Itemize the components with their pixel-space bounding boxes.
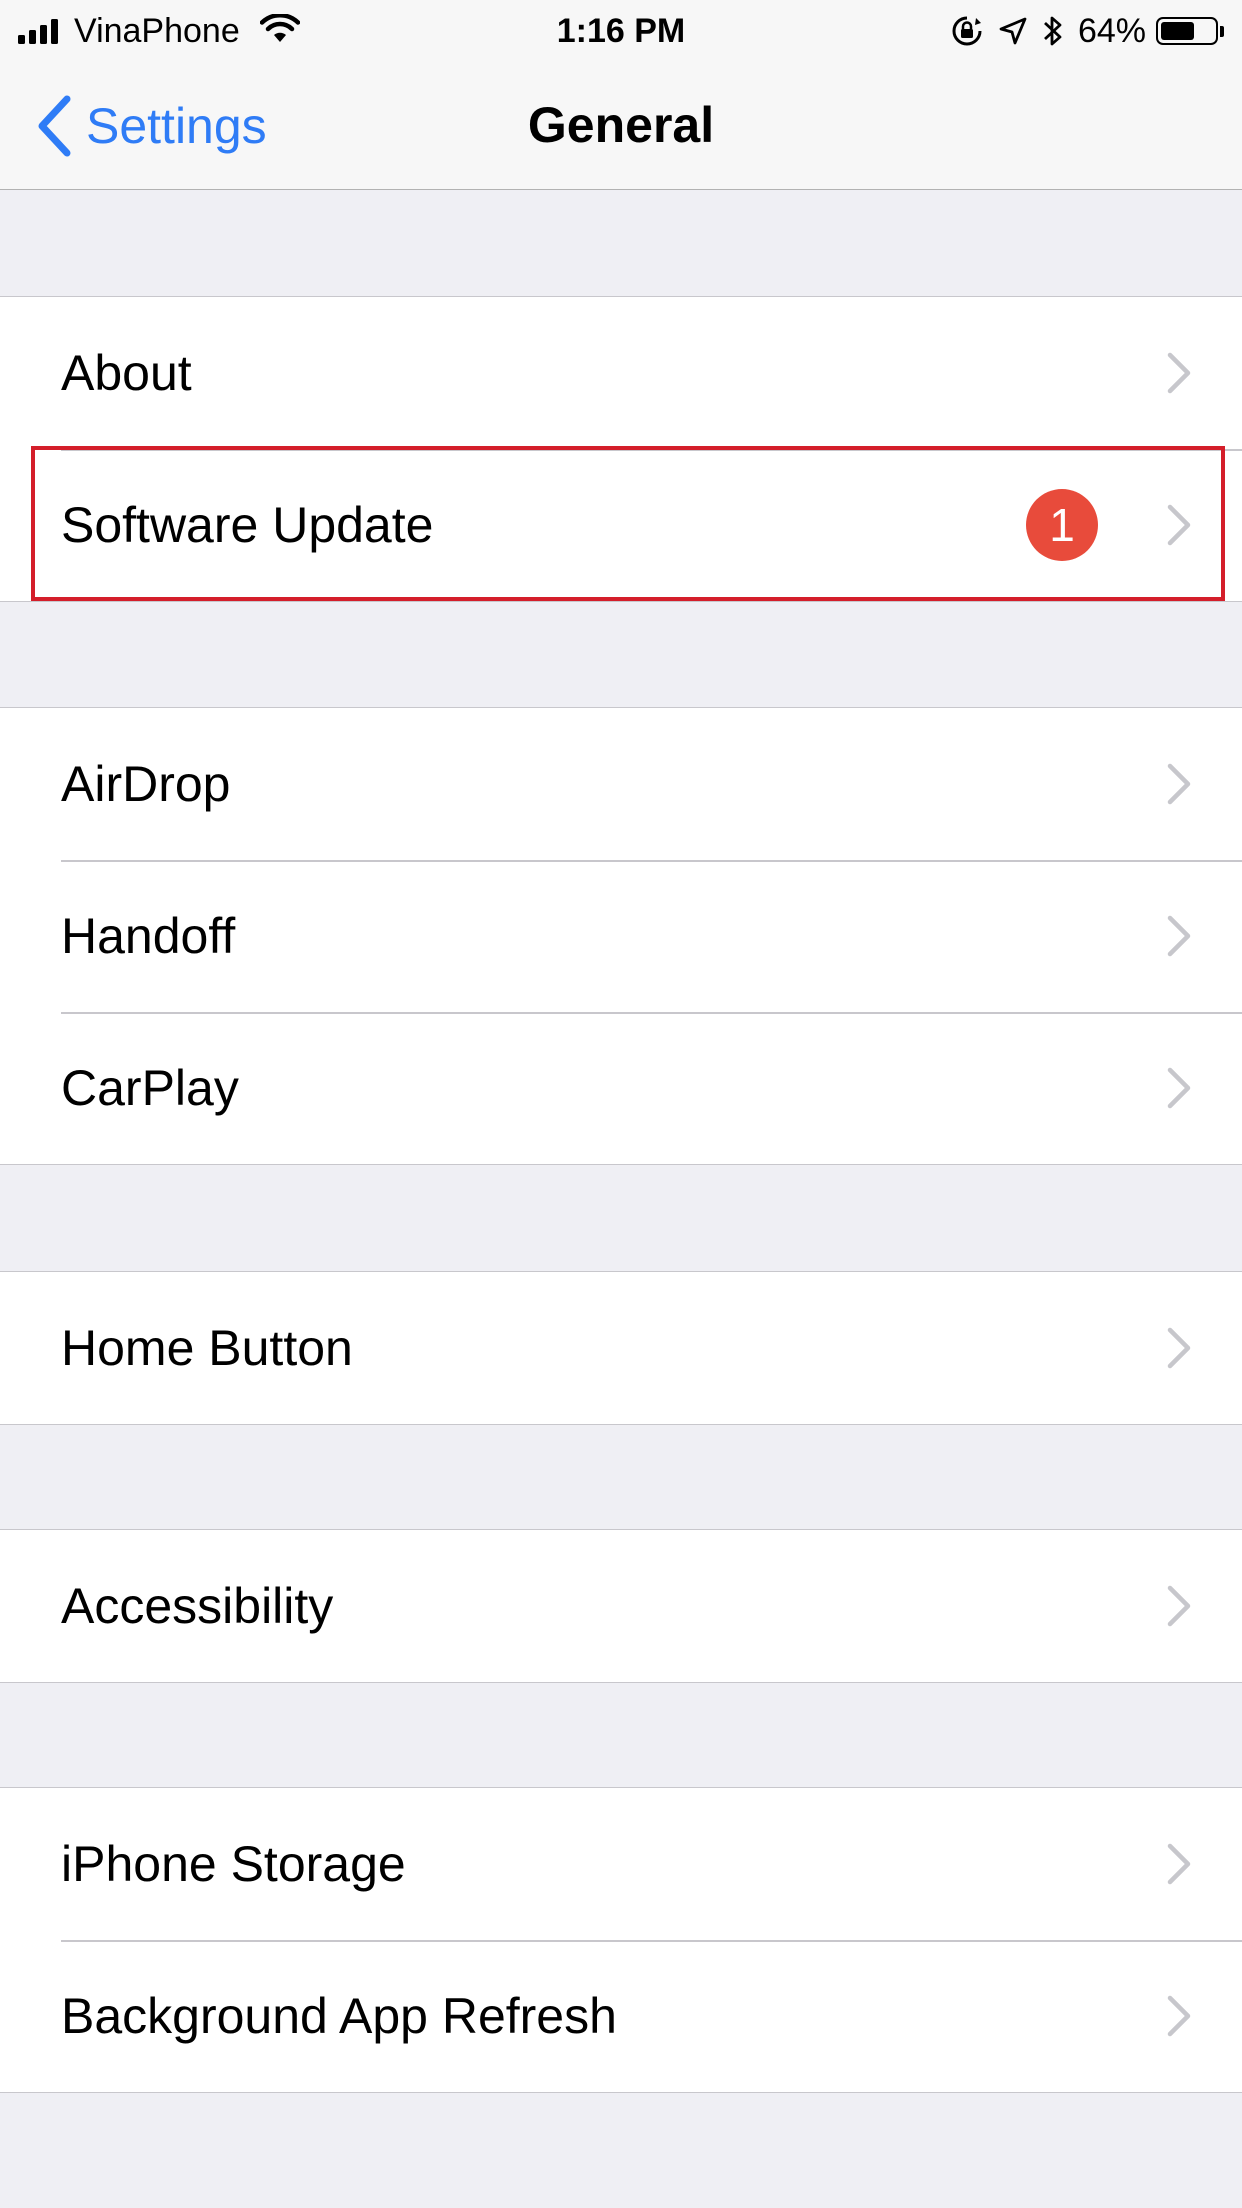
row-label: Handoff bbox=[61, 908, 236, 964]
chevron-right-icon bbox=[1167, 1843, 1191, 1885]
row-label: Background App Refresh bbox=[61, 1988, 617, 2044]
back-button[interactable]: Settings bbox=[36, 92, 267, 160]
settings-group-4: Accessibility bbox=[0, 1529, 1242, 1683]
row-background-app-refresh[interactable]: Background App Refresh bbox=[0, 1940, 1242, 2092]
row-iphone-storage[interactable]: iPhone Storage bbox=[0, 1788, 1242, 1940]
chevron-right-icon bbox=[1167, 915, 1191, 957]
chevron-right-icon bbox=[1167, 1585, 1191, 1627]
chevron-right-icon bbox=[1167, 1067, 1191, 1109]
navigation-bar: General Settings bbox=[0, 62, 1242, 190]
chevron-right-icon bbox=[1167, 504, 1191, 546]
bluetooth-icon bbox=[1042, 14, 1064, 48]
update-count-badge: 1 bbox=[1026, 489, 1098, 561]
settings-group-3: Home Button bbox=[0, 1271, 1242, 1425]
back-button-label: Settings bbox=[86, 98, 267, 154]
row-handoff[interactable]: Handoff bbox=[0, 860, 1242, 1012]
chevron-right-icon bbox=[1167, 352, 1191, 394]
row-label: iPhone Storage bbox=[61, 1836, 406, 1892]
battery-level-fill bbox=[1161, 22, 1194, 40]
row-label: Home Button bbox=[61, 1320, 353, 1376]
chevron-right-icon bbox=[1167, 1327, 1191, 1369]
battery-icon bbox=[1156, 17, 1218, 45]
settings-group-1: About Software Update 1 bbox=[0, 296, 1242, 602]
orientation-lock-icon bbox=[950, 14, 984, 48]
status-right: 64% bbox=[936, 10, 1224, 52]
battery-percent: 64% bbox=[1077, 11, 1146, 50]
row-label: AirDrop bbox=[61, 756, 231, 812]
status-bar: VinaPhone 1:16 PM 64% bbox=[0, 0, 1242, 62]
row-label: Software Update bbox=[61, 497, 434, 553]
battery-tip bbox=[1220, 25, 1224, 37]
row-accessibility[interactable]: Accessibility bbox=[0, 1530, 1242, 1682]
row-software-update[interactable]: Software Update 1 bbox=[0, 449, 1242, 601]
row-about[interactable]: About bbox=[0, 297, 1242, 449]
row-label: CarPlay bbox=[61, 1060, 239, 1116]
row-label: Accessibility bbox=[61, 1578, 334, 1634]
chevron-right-icon bbox=[1167, 763, 1191, 805]
location-arrow-icon bbox=[998, 16, 1028, 46]
settings-group-5: iPhone Storage Background App Refresh bbox=[0, 1787, 1242, 2093]
row-airdrop[interactable]: AirDrop bbox=[0, 708, 1242, 860]
settings-group-2: AirDrop Handoff CarPlay bbox=[0, 707, 1242, 1165]
row-label: About bbox=[61, 345, 192, 401]
row-carplay[interactable]: CarPlay bbox=[0, 1012, 1242, 1164]
row-home-button[interactable]: Home Button bbox=[0, 1272, 1242, 1424]
chevron-left-icon bbox=[38, 95, 71, 157]
chevron-right-icon bbox=[1167, 1995, 1191, 2037]
